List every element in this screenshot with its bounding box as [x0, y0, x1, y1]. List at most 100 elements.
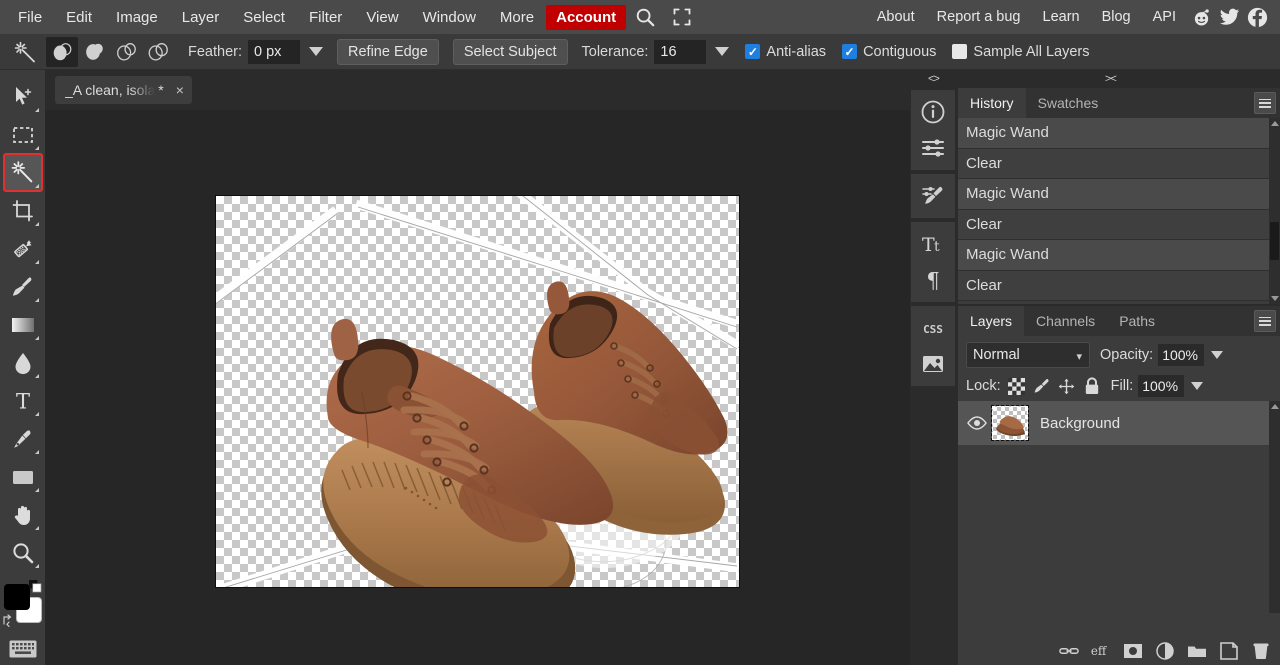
- patch-tool[interactable]: [4, 230, 42, 267]
- menu-item-window[interactable]: Window: [411, 5, 488, 30]
- fill-dropdown-icon[interactable]: [1191, 382, 1204, 390]
- tab-layers[interactable]: Layers: [958, 306, 1025, 336]
- history-item[interactable]: Magic Wand: [958, 179, 1280, 210]
- layer-list[interactable]: Background: [958, 401, 1280, 613]
- adjustments-icon[interactable]: [913, 130, 953, 166]
- menu-item-more[interactable]: More: [488, 5, 546, 30]
- subtract-from-selection-button[interactable]: [110, 37, 142, 67]
- layers-panel-menu-icon[interactable]: [1254, 310, 1276, 332]
- lock-position-icon[interactable]: [1058, 377, 1076, 395]
- hand-tool[interactable]: [4, 496, 42, 533]
- anti-alias-checkbox[interactable]: ✓ Anti-alias: [745, 44, 826, 60]
- keyboard-icon[interactable]: [9, 640, 37, 658]
- opacity-input[interactable]: [1158, 344, 1205, 366]
- menu-item-select[interactable]: Select: [231, 5, 297, 30]
- sample-all-layers-checkbox[interactable]: Sample All Layers: [952, 44, 1089, 60]
- new-layer-icon[interactable]: [1218, 640, 1240, 662]
- adjustment-layer-icon[interactable]: [1154, 640, 1176, 662]
- swap-colors-icon[interactable]: [2, 613, 17, 628]
- layer-row[interactable]: Background: [958, 401, 1280, 613]
- scroll-up-icon[interactable]: [1271, 404, 1279, 409]
- scroll-up-icon[interactable]: [1271, 121, 1279, 126]
- foreground-color-swatch[interactable]: [3, 584, 30, 610]
- pen-tool[interactable]: [4, 420, 42, 457]
- info-icon[interactable]: [913, 94, 953, 130]
- history-item[interactable]: Clear: [958, 270, 1280, 301]
- tab-swatches[interactable]: Swatches: [1026, 88, 1111, 118]
- add-to-selection-button[interactable]: [78, 37, 110, 67]
- select-subject-button[interactable]: Select Subject: [452, 38, 568, 65]
- link-layers-icon[interactable]: [1058, 640, 1080, 662]
- brush-settings-icon[interactable]: [913, 178, 953, 214]
- expand-panels-icon[interactable]: <>: [928, 73, 940, 85]
- refine-edge-button[interactable]: Refine Edge: [337, 38, 439, 65]
- new-group-icon[interactable]: [1186, 640, 1208, 662]
- collapse-panels-icon[interactable]: ><: [1105, 73, 1117, 85]
- menu-item-edit[interactable]: Edit: [54, 5, 104, 30]
- tolerance-input[interactable]: [654, 39, 707, 64]
- link-report-a-bug[interactable]: Report a bug: [927, 5, 1031, 30]
- history-item[interactable]: Magic Wand: [958, 118, 1280, 149]
- menu-item-view[interactable]: View: [354, 5, 410, 30]
- magic-wand-tool[interactable]: [2, 153, 43, 192]
- history-item[interactable]: Magic Wand: [958, 240, 1280, 271]
- link-api[interactable]: API: [1143, 5, 1186, 30]
- zoom-tool[interactable]: [4, 534, 42, 571]
- lock-transparent-pixels-icon[interactable]: [1008, 377, 1026, 395]
- twitter-icon[interactable]: [1216, 4, 1242, 30]
- move-tool[interactable]: [4, 78, 42, 115]
- contiguous-checkbox[interactable]: ✓ Contiguous: [842, 44, 936, 60]
- menu-item-layer[interactable]: Layer: [170, 5, 232, 30]
- history-item[interactable]: Clear: [958, 148, 1280, 179]
- brush-tool[interactable]: [4, 268, 42, 305]
- scrollbar-thumb[interactable]: [1270, 222, 1279, 260]
- menu-item-image[interactable]: Image: [104, 5, 170, 30]
- add-mask-icon[interactable]: [1122, 640, 1144, 662]
- image-icon[interactable]: [913, 346, 953, 382]
- reddit-icon[interactable]: [1188, 4, 1214, 30]
- document-tab[interactable]: _A clean, isola * ×: [55, 76, 192, 104]
- crop-tool[interactable]: [4, 192, 42, 229]
- link-blog[interactable]: Blog: [1092, 5, 1141, 30]
- character-Tt-icon[interactable]: Tt: [913, 226, 953, 262]
- tab-paths[interactable]: Paths: [1107, 306, 1167, 336]
- layer-thumbnail[interactable]: [991, 405, 1029, 441]
- gradient-tool[interactable]: [4, 306, 42, 343]
- history-panel-menu-icon[interactable]: [1254, 92, 1276, 114]
- marquee-tool[interactable]: [4, 116, 42, 153]
- type-tool[interactable]: T: [4, 382, 42, 419]
- history-item[interactable]: Clear: [958, 209, 1280, 240]
- blur-tool[interactable]: [4, 344, 42, 381]
- tab-channels[interactable]: Channels: [1024, 306, 1107, 336]
- link-learn[interactable]: Learn: [1033, 5, 1090, 30]
- menu-item-file[interactable]: File: [6, 5, 54, 30]
- shape-tool[interactable]: [4, 458, 42, 495]
- history-list[interactable]: Magic Wand Clear Magic Wand Clear Magic …: [958, 118, 1280, 304]
- new-selection-button[interactable]: [46, 36, 78, 67]
- history-scrollbar[interactable]: [1269, 118, 1280, 304]
- tab-history[interactable]: History: [958, 88, 1026, 118]
- layer-effects-icon[interactable]: eff: [1090, 640, 1112, 662]
- image-canvas[interactable]: [215, 195, 740, 588]
- facebook-icon[interactable]: [1244, 4, 1270, 30]
- link-about[interactable]: About: [867, 5, 925, 30]
- opacity-dropdown-icon[interactable]: [1211, 351, 1224, 359]
- delete-layer-icon[interactable]: [1250, 640, 1272, 662]
- eye-icon[interactable]: [964, 416, 990, 430]
- lock-all-icon[interactable]: [1083, 377, 1101, 395]
- canvas-area[interactable]: [45, 110, 910, 665]
- default-colors-icon[interactable]: [28, 580, 42, 593]
- tolerance-dropdown-icon[interactable]: [715, 47, 730, 56]
- feather-dropdown-icon[interactable]: [309, 47, 323, 56]
- fill-input[interactable]: [1138, 375, 1185, 397]
- feather-input[interactable]: [248, 39, 300, 64]
- close-icon[interactable]: ×: [176, 82, 184, 98]
- lock-image-pixels-icon[interactable]: [1033, 377, 1051, 395]
- menu-item-account[interactable]: Account: [546, 4, 627, 30]
- css-icon[interactable]: CSS: [913, 310, 953, 346]
- blend-mode-select[interactable]: Normal: [966, 342, 1090, 368]
- layer-list-scrollbar[interactable]: [1269, 401, 1280, 613]
- paragraph-pilcrow-icon[interactable]: ¶: [913, 262, 953, 298]
- intersect-selection-button[interactable]: [142, 37, 174, 67]
- search-icon[interactable]: [626, 2, 664, 32]
